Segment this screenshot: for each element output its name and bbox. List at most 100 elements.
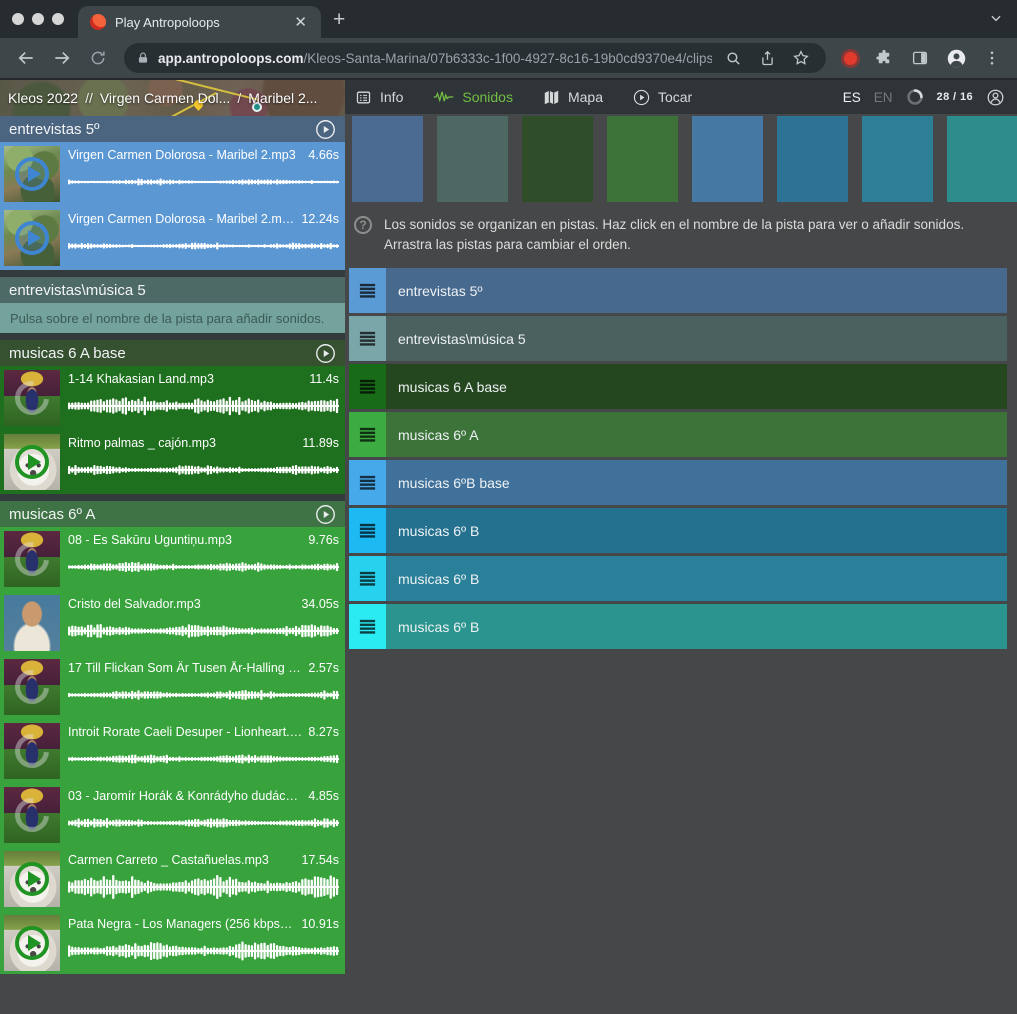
clip-row[interactable]: Virgen Carmen Dolorosa - Maribel 2.mp34.… <box>0 142 345 206</box>
reload-icon[interactable] <box>82 42 114 74</box>
track-color-swatch[interactable] <box>947 116 1017 202</box>
track-label-area[interactable]: musicas 6º B <box>386 604 1007 649</box>
play-overlay-icon[interactable] <box>15 221 49 255</box>
new-tab-button[interactable]: + <box>321 8 359 38</box>
breadcrumb-item[interactable]: Maribel 2... <box>248 90 317 106</box>
clip-waveform[interactable] <box>68 739 339 779</box>
track-color-swatch[interactable] <box>352 116 423 202</box>
clip-row[interactable]: 1-14 Khakasian Land.mp311.4s <box>0 366 345 430</box>
clip-row[interactable]: Pata Negra - Los Managers (256 kbps).mp3… <box>0 911 345 974</box>
loop-ring-icon[interactable] <box>8 727 56 775</box>
account-icon[interactable] <box>986 88 1005 107</box>
profile-avatar-icon[interactable] <box>941 45 971 71</box>
clip-row[interactable]: 08 - Es Sakūru Uguntiņu.mp39.76s <box>0 527 345 591</box>
record-extension-icon[interactable] <box>844 52 857 65</box>
clip-waveform[interactable] <box>68 803 339 843</box>
add-sounds-hint[interactable]: Pulsa sobre el nombre de la pista para a… <box>0 303 345 333</box>
drag-handle-icon[interactable] <box>349 460 386 505</box>
tab-mapa[interactable]: Mapa <box>543 89 603 106</box>
track-color-swatch[interactable] <box>777 116 848 202</box>
play-circle-icon[interactable] <box>315 343 336 364</box>
tab-sonidos[interactable]: Sonidos <box>433 89 513 105</box>
map-breadcrumb-banner[interactable]: Kleos 2022//Virgen Carmen Dol.../Maribel… <box>0 80 345 116</box>
clip-thumbnail[interactable] <box>4 915 60 971</box>
zoom-level-icon[interactable] <box>720 45 746 71</box>
clip-row[interactable]: Ritmo palmas _ cajón.mp311.89s <box>0 430 345 494</box>
track-row[interactable]: musicas 6º B <box>349 604 1007 649</box>
track-section-header[interactable]: musicas 6 A base <box>0 340 345 366</box>
bookmark-star-icon[interactable] <box>788 45 814 71</box>
track-row[interactable]: musicas 6 A base <box>349 364 1007 409</box>
tab-info[interactable]: Info <box>355 89 403 106</box>
tab-tocar[interactable]: Tocar <box>633 89 692 106</box>
track-color-swatch[interactable] <box>692 116 763 202</box>
drag-handle-icon[interactable] <box>349 364 386 409</box>
clip-row[interactable]: Cristo del Salvador.mp334.05s <box>0 591 345 655</box>
play-circle-icon[interactable] <box>315 504 336 525</box>
back-icon[interactable] <box>10 42 42 74</box>
drag-handle-icon[interactable] <box>349 268 386 313</box>
track-row[interactable]: musicas 6ºB base <box>349 460 1007 505</box>
track-color-swatch[interactable] <box>437 116 508 202</box>
address-bar[interactable]: app.antropoloops.com/Kleos-Santa-Marina/… <box>124 43 826 73</box>
clip-thumbnail[interactable] <box>4 531 60 587</box>
clip-waveform[interactable] <box>68 162 339 202</box>
tab-search-chevron-icon[interactable] <box>989 11 1003 30</box>
track-label-area[interactable]: musicas 6º B <box>386 508 1007 553</box>
track-row[interactable]: entrevistas\música 5 <box>349 316 1007 361</box>
track-row[interactable]: musicas 6º B <box>349 556 1007 601</box>
play-overlay-icon[interactable] <box>15 926 49 960</box>
clip-waveform[interactable] <box>68 547 339 587</box>
track-color-swatch[interactable] <box>522 116 593 202</box>
clip-row[interactable]: 03 - Jaromír Horák & Konrádyho dudácká .… <box>0 783 345 847</box>
play-overlay-icon[interactable] <box>15 445 49 479</box>
track-label-area[interactable]: musicas 6ºB base <box>386 460 1007 505</box>
clip-thumbnail[interactable] <box>4 595 60 651</box>
clip-thumbnail[interactable] <box>4 787 60 843</box>
clip-row[interactable]: Carmen Carreto _ Castañuelas.mp317.54s <box>0 847 345 911</box>
clip-waveform[interactable] <box>68 450 339 490</box>
clip-row[interactable]: Virgen Carmen Dolorosa - Maribel 2.mp312… <box>0 206 345 270</box>
drag-handle-icon[interactable] <box>349 556 386 601</box>
browser-tab[interactable]: Play Antropoloops ✕ <box>78 6 321 38</box>
track-section-header[interactable]: entrevistas\música 5 <box>0 277 345 303</box>
track-color-swatch[interactable] <box>607 116 678 202</box>
clip-thumbnail[interactable] <box>4 434 60 490</box>
clip-waveform[interactable] <box>68 867 339 907</box>
clip-waveform[interactable] <box>68 611 339 651</box>
track-label-area[interactable]: entrevistas 5º <box>386 268 1007 313</box>
loop-ring-icon[interactable] <box>8 791 56 839</box>
track-row[interactable]: musicas 6º A <box>349 412 1007 457</box>
clip-thumbnail[interactable] <box>4 370 60 426</box>
forward-icon[interactable] <box>46 42 78 74</box>
breadcrumb-item[interactable]: Virgen Carmen Dol... <box>100 90 230 106</box>
play-circle-icon[interactable] <box>315 119 336 140</box>
side-panel-icon[interactable] <box>905 45 935 71</box>
breadcrumb-item[interactable]: Kleos 2022 <box>8 90 78 106</box>
clip-row[interactable]: Introit Rorate Caeli Desuper - Lionheart… <box>0 719 345 783</box>
track-label-area[interactable]: entrevistas\música 5 <box>386 316 1007 361</box>
language-en-button[interactable]: EN <box>874 90 893 105</box>
clip-row[interactable]: 17 Till Flickan Som Är Tusen År-Halling … <box>0 655 345 719</box>
drag-handle-icon[interactable] <box>349 604 386 649</box>
track-section-header[interactable]: musicas 6º A <box>0 501 345 527</box>
track-label-area[interactable]: musicas 6º B <box>386 556 1007 601</box>
share-icon[interactable] <box>754 45 780 71</box>
clip-thumbnail[interactable] <box>4 851 60 907</box>
clip-waveform[interactable] <box>68 931 339 971</box>
tab-close-icon[interactable]: ✕ <box>290 13 311 32</box>
play-overlay-icon[interactable] <box>15 862 49 896</box>
track-row[interactable]: entrevistas 5º <box>349 268 1007 313</box>
window-minimize-button[interactable] <box>32 13 44 25</box>
window-close-button[interactable] <box>12 13 24 25</box>
clip-thumbnail[interactable] <box>4 723 60 779</box>
track-label-area[interactable]: musicas 6º A <box>386 412 1007 457</box>
drag-handle-icon[interactable] <box>349 412 386 457</box>
menu-dots-icon[interactable] <box>977 45 1007 71</box>
clip-thumbnail[interactable] <box>4 146 60 202</box>
drag-handle-icon[interactable] <box>349 316 386 361</box>
language-es-button[interactable]: ES <box>843 90 861 105</box>
window-zoom-button[interactable] <box>52 13 64 25</box>
drag-handle-icon[interactable] <box>349 508 386 553</box>
loop-ring-icon[interactable] <box>8 663 56 711</box>
